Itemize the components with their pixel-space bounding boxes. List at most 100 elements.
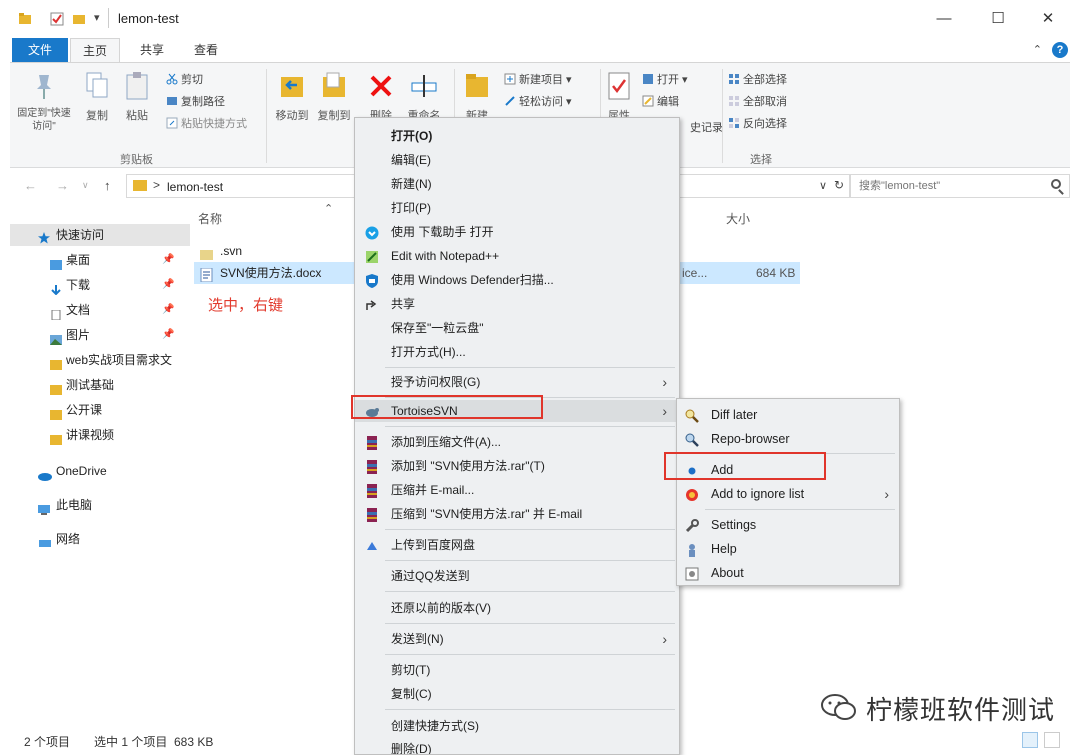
- search-input[interactable]: [851, 175, 1041, 197]
- easy-access-button[interactable]: 轻松访问 ▾: [504, 93, 572, 109]
- edit-button[interactable]: 编辑: [642, 93, 679, 109]
- ribbon-collapse-icon[interactable]: ⌃: [1033, 43, 1042, 56]
- folder-icon: [50, 405, 62, 420]
- copy-path-button[interactable]: 复制路径: [166, 93, 225, 109]
- menu-open-with-download-helper[interactable]: 使用 下载助手 打开: [355, 221, 679, 243]
- nav-network[interactable]: 网络: [10, 528, 190, 550]
- up-button[interactable]: ↑: [104, 178, 111, 193]
- properties-check-icon[interactable]: [50, 12, 64, 26]
- maximize-button[interactable]: ☐: [984, 8, 1012, 30]
- delete-x-icon: [368, 71, 394, 101]
- new-folder-button[interactable]: 新建: [462, 71, 492, 123]
- menu-separator: [385, 529, 675, 530]
- selection-info: 选中 1 个项目 683 KB: [94, 735, 214, 749]
- menu-edit-notepad[interactable]: Edit with Notepad++: [355, 245, 679, 267]
- menu-share[interactable]: 共享: [355, 293, 679, 315]
- tab-share[interactable]: 共享: [128, 38, 176, 62]
- menu-print[interactable]: 打印(P): [355, 197, 679, 219]
- svn-repo-browser[interactable]: Repo-browser: [677, 428, 899, 450]
- svn-settings[interactable]: Settings: [677, 514, 899, 536]
- menu-create-shortcut[interactable]: 创建快捷方式(S): [355, 715, 679, 737]
- copy-button[interactable]: 复制: [82, 71, 112, 123]
- menu-add-to-rar[interactable]: 添加到 "SVN使用方法.rar"(T): [355, 455, 679, 477]
- refresh-icon[interactable]: ↻: [834, 178, 844, 192]
- pin-icon[interactable]: 📌: [162, 324, 174, 346]
- breadcrumb-separator[interactable]: >: [153, 178, 160, 192]
- file-row-svn[interactable]: .svn: [194, 240, 374, 262]
- menu-delete[interactable]: 删除(D): [355, 738, 679, 754]
- menu-upload-baidu[interactable]: 上传到百度网盘: [355, 534, 679, 556]
- invert-selection-button[interactable]: 反向选择: [728, 115, 787, 131]
- menu-open[interactable]: 打开(O): [355, 125, 679, 147]
- nav-pictures[interactable]: 图片 📌: [10, 324, 190, 346]
- nav-open-class[interactable]: 公开课: [10, 399, 190, 421]
- search-box[interactable]: [850, 174, 1070, 198]
- forward-button[interactable]: →: [56, 178, 69, 193]
- svn-about[interactable]: About: [677, 562, 899, 584]
- menu-open-with[interactable]: 打开方式(H)...: [355, 341, 679, 363]
- pin-icon[interactable]: 📌: [162, 249, 174, 271]
- svn-add-to-ignore[interactable]: Add to ignore list ›: [677, 483, 899, 505]
- new-item-button[interactable]: 新建项目 ▾: [504, 71, 572, 87]
- pin-icon[interactable]: 📌: [162, 274, 174, 296]
- menu-restore-previous[interactable]: 还原以前的版本(V): [355, 597, 679, 619]
- pin-icon[interactable]: 📌: [162, 299, 174, 321]
- close-button[interactable]: ✕: [1034, 8, 1062, 30]
- tab-file[interactable]: 文件: [12, 38, 68, 62]
- tab-home[interactable]: 主页: [70, 38, 121, 62]
- select-none-button[interactable]: 全部取消: [728, 93, 787, 109]
- back-button[interactable]: ←: [24, 178, 37, 193]
- nav-onedrive[interactable]: OneDrive: [10, 460, 190, 482]
- column-header-name[interactable]: 名称: [198, 210, 222, 227]
- file-type: ice...: [682, 266, 708, 280]
- menu-compress-rar-email[interactable]: 压缩到 "SVN使用方法.rar" 并 E-mail: [355, 503, 679, 525]
- paste-button[interactable]: 粘贴: [122, 71, 152, 123]
- address-dropdown-icon[interactable]: ∨: [819, 179, 827, 192]
- delete-button[interactable]: 删除: [366, 71, 396, 123]
- nav-desktop[interactable]: 桌面 📌: [10, 249, 190, 271]
- column-header-size[interactable]: 大小: [726, 210, 750, 227]
- quick-access-dropdown[interactable]: ▾: [94, 11, 108, 25]
- recent-dropdown[interactable]: ∨: [82, 180, 89, 191]
- large-icons-view-button[interactable]: [1044, 732, 1060, 748]
- menu-edit[interactable]: 编辑(E): [355, 149, 679, 171]
- paste-shortcut-button[interactable]: 粘贴快捷方式: [166, 115, 247, 131]
- details-view-button[interactable]: [1022, 732, 1038, 748]
- pin-quick-access-button[interactable]: 固定到"快速访问": [16, 71, 72, 133]
- select-all-button[interactable]: 全部选择: [728, 71, 787, 87]
- nav-downloads[interactable]: 下载 📌: [10, 274, 190, 296]
- nav-documents[interactable]: 文档 📌: [10, 299, 190, 321]
- breadcrumb-lemon-test[interactable]: lemon-test: [167, 180, 223, 194]
- nav-test-basics[interactable]: 测试基础: [10, 374, 190, 396]
- menu-separator: [385, 709, 675, 710]
- properties-button[interactable]: 属性: [604, 71, 634, 123]
- move-to-button[interactable]: 移动到: [272, 71, 312, 123]
- menu-compress-email[interactable]: 压缩并 E-mail...: [355, 479, 679, 501]
- svn-help[interactable]: Help: [677, 538, 899, 560]
- menu-grant-access[interactable]: 授予访问权限(G) ›: [355, 371, 679, 393]
- help-icon[interactable]: ?: [1052, 42, 1068, 58]
- tab-view[interactable]: 查看: [182, 38, 230, 62]
- copy-to-button[interactable]: 复制到: [314, 71, 354, 123]
- nav-web-project[interactable]: web实战项目需求文: [10, 349, 190, 371]
- nav-this-pc[interactable]: 此电脑: [10, 494, 190, 516]
- svn-diff-later[interactable]: Diff later: [677, 404, 899, 426]
- cut-button[interactable]: 剪切: [166, 71, 203, 87]
- rename-button[interactable]: 重命名: [404, 71, 444, 123]
- menu-defender-scan[interactable]: 使用 Windows Defender扫描...: [355, 269, 679, 291]
- menu-cut[interactable]: 剪切(T): [355, 659, 679, 681]
- minimize-button[interactable]: —: [930, 8, 958, 30]
- new-folder-icon[interactable]: [72, 12, 86, 26]
- nav-quick-access[interactable]: 快速访问: [10, 224, 190, 246]
- history-button[interactable]: 史记录: [690, 119, 723, 135]
- menu-save-to-cloud[interactable]: 保存至"一粒云盘": [355, 317, 679, 339]
- menu-add-to-archive[interactable]: 添加到压缩文件(A)...: [355, 431, 679, 453]
- menu-copy[interactable]: 复制(C): [355, 683, 679, 705]
- word-document-icon: [200, 267, 213, 283]
- menu-send-to[interactable]: 发送到(N) ›: [355, 628, 679, 650]
- menu-new[interactable]: 新建(N): [355, 173, 679, 195]
- nav-lecture-videos[interactable]: 讲课视频: [10, 424, 190, 446]
- open-button[interactable]: 打开 ▾: [642, 71, 688, 87]
- menu-send-via-qq[interactable]: 通过QQ发送到: [355, 565, 679, 587]
- search-icon[interactable]: [1051, 179, 1061, 189]
